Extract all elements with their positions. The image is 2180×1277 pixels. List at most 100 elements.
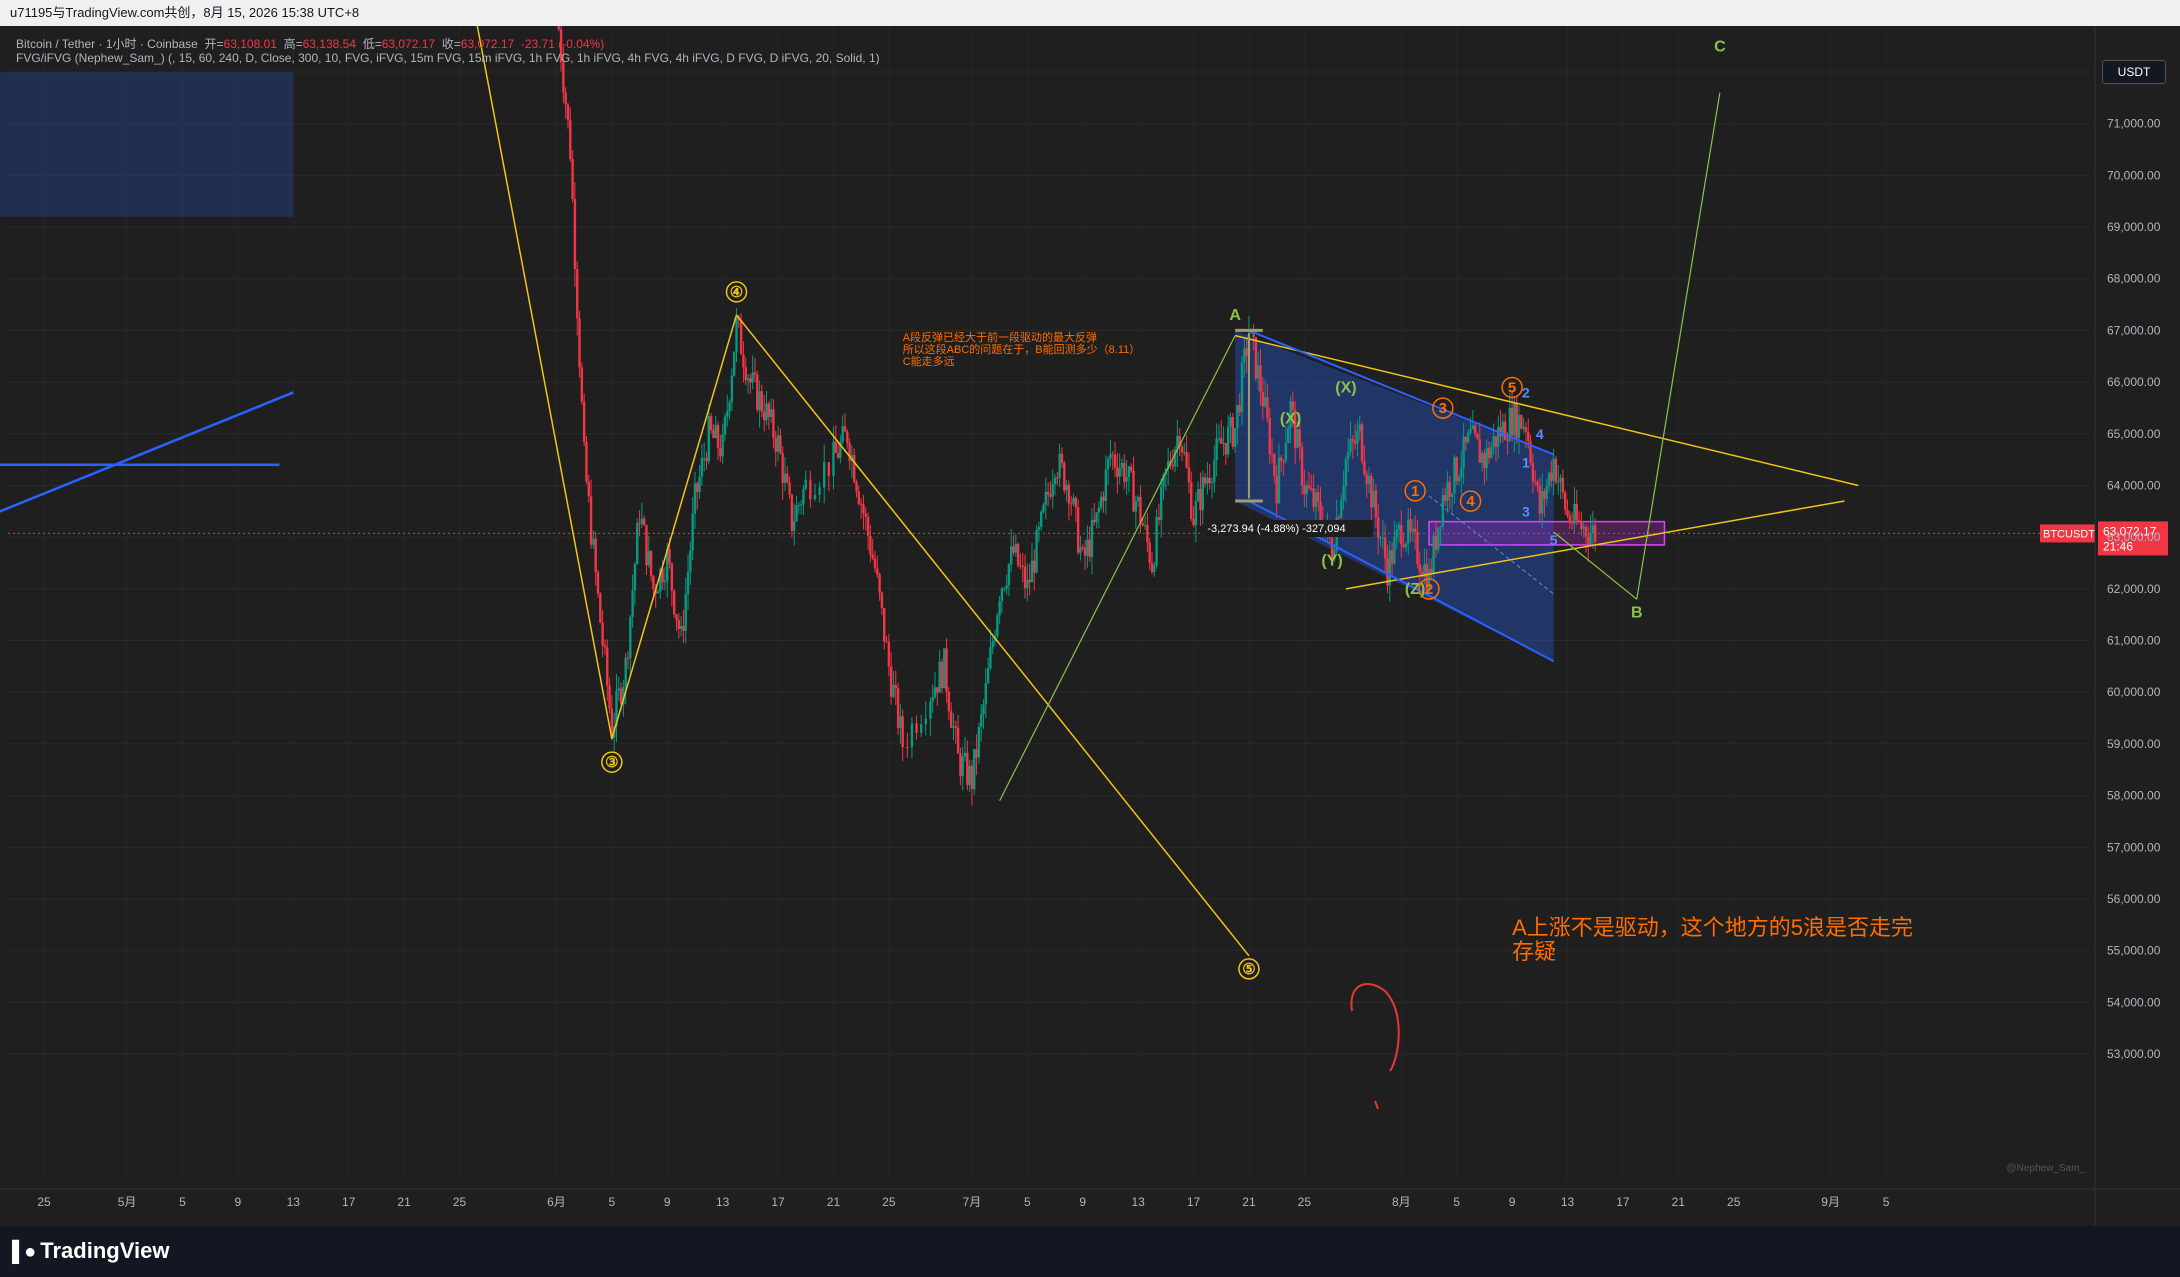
candle-body bbox=[1550, 472, 1553, 481]
candle-body bbox=[1490, 447, 1493, 459]
candle-body bbox=[1019, 565, 1022, 567]
y-tick-label: 62,000.00 bbox=[2107, 582, 2161, 596]
candle-body bbox=[1284, 443, 1288, 461]
candle-body bbox=[730, 375, 734, 403]
candle-body bbox=[947, 691, 951, 712]
candle-body bbox=[1566, 509, 1569, 516]
candle-body bbox=[1471, 425, 1475, 430]
wave-label: (Y) bbox=[1321, 553, 1342, 570]
candle-body bbox=[700, 458, 704, 477]
candle-body bbox=[1580, 521, 1583, 529]
candle-body bbox=[846, 431, 849, 444]
candle-body bbox=[1510, 407, 1514, 436]
candle-body bbox=[876, 568, 879, 575]
candle-body bbox=[1023, 566, 1027, 589]
x-tick-label: 9 bbox=[664, 1195, 671, 1209]
candle-body bbox=[1088, 539, 1091, 557]
candle-body bbox=[793, 521, 796, 531]
candle-body bbox=[719, 448, 722, 457]
candle-body bbox=[1533, 481, 1537, 483]
candle-body bbox=[869, 535, 872, 555]
candle-body bbox=[601, 622, 604, 646]
y-tick-label: 57,000.00 bbox=[2107, 840, 2161, 854]
candle-body bbox=[843, 426, 847, 432]
candle-body bbox=[1141, 523, 1144, 526]
candle-body bbox=[1180, 446, 1184, 453]
candle-body bbox=[1390, 550, 1394, 564]
x-tick-label: 8月 bbox=[1392, 1195, 1411, 1209]
candle-body bbox=[696, 483, 699, 492]
candle-body bbox=[1397, 524, 1401, 530]
candle-body bbox=[1358, 424, 1361, 431]
candle-body bbox=[606, 647, 609, 686]
candle-body bbox=[652, 576, 655, 590]
candle-body bbox=[1254, 337, 1258, 379]
candle-body bbox=[1171, 465, 1174, 467]
price-chart-svg[interactable]: ③④⑤A(X)(X)(Y)(Z)BC12345 21435 -3,273.94 (… bbox=[0, 0, 2180, 1226]
candle-body bbox=[1473, 425, 1477, 434]
candle-body bbox=[679, 625, 683, 629]
candle-body bbox=[1305, 485, 1308, 495]
currency-button[interactable]: USDT bbox=[2102, 60, 2166, 84]
candle-body bbox=[739, 320, 743, 355]
candle-body bbox=[924, 718, 927, 725]
x-tick-label: 17 bbox=[1616, 1195, 1630, 1209]
candle-body bbox=[1187, 467, 1191, 483]
candle-body bbox=[1012, 546, 1015, 553]
x-tick-label: 9 bbox=[1079, 1195, 1086, 1209]
candle-body bbox=[1467, 432, 1470, 443]
candle-body bbox=[1035, 529, 1038, 573]
candle-body bbox=[1517, 415, 1521, 439]
candle-body bbox=[823, 462, 826, 488]
candle-body bbox=[910, 723, 914, 748]
candle-body bbox=[1215, 438, 1218, 461]
axes: 53,000.00 54,000.00 55,000.00 56,000.00 57,0… bbox=[0, 26, 2180, 1226]
candle-body bbox=[1245, 348, 1248, 356]
candle-body bbox=[1183, 452, 1186, 454]
candle-body bbox=[1213, 460, 1216, 483]
candle-body bbox=[749, 378, 752, 383]
x-tick-label: 5 bbox=[1883, 1195, 1890, 1209]
y-tick-label: 56,000.00 bbox=[2107, 892, 2161, 906]
wave-label: A bbox=[1229, 307, 1241, 324]
candle-body bbox=[1208, 477, 1211, 484]
candle-body bbox=[723, 416, 727, 435]
candle-body bbox=[645, 525, 648, 566]
candle-body bbox=[889, 666, 893, 697]
candle-body bbox=[940, 661, 944, 689]
chart-area[interactable]: ③ ④ ⑤ A (X) (X) (Y) (Z) B C 1 2 3 4 5 2 1 4 3 5 -3,273.94 (… bbox=[0, 0, 2180, 1226]
candle-body bbox=[818, 487, 821, 495]
candle-body bbox=[1365, 474, 1368, 485]
x-tick-label: 21 bbox=[827, 1195, 841, 1209]
legend-indicator[interactable]: FVG/iFVG (Nephew_Sam_) (, 15, 60, 240, D… bbox=[16, 51, 880, 65]
candle-body bbox=[1487, 447, 1491, 459]
candle-body bbox=[873, 558, 877, 569]
candle-body bbox=[1314, 492, 1318, 507]
candle-body bbox=[1259, 365, 1262, 392]
x-tick-label: 25 bbox=[453, 1195, 467, 1209]
x-tick-label: 21 bbox=[1672, 1195, 1686, 1209]
candle-body bbox=[984, 683, 987, 705]
candle-body bbox=[832, 441, 835, 476]
wave-label: C bbox=[1714, 38, 1726, 55]
candle-body bbox=[1367, 476, 1371, 485]
candle-body bbox=[802, 488, 805, 505]
candle-body bbox=[1379, 537, 1382, 539]
candle-body bbox=[1543, 491, 1546, 499]
candle-body bbox=[1100, 496, 1103, 508]
x-tick-label: 5 bbox=[1453, 1195, 1460, 1209]
candle-body bbox=[1081, 547, 1084, 549]
candle-body bbox=[1016, 543, 1020, 566]
tradingview-logo[interactable]: ▌● TradingView bbox=[12, 1238, 169, 1264]
candle-body bbox=[1437, 527, 1440, 550]
tradingview-logo-icon: ▌● bbox=[12, 1241, 36, 1263]
note-big-line: A上涨不是驱动，这个地方的5浪是否走完 bbox=[1512, 915, 1913, 940]
candle-body bbox=[952, 726, 955, 728]
candle-body bbox=[1400, 524, 1403, 545]
candle-body bbox=[1448, 482, 1451, 497]
candle-body bbox=[1014, 543, 1018, 553]
candle-body bbox=[1377, 517, 1380, 538]
x-tick-label: 5 bbox=[179, 1195, 186, 1209]
candle-body bbox=[566, 104, 570, 120]
candle-body bbox=[642, 518, 646, 526]
